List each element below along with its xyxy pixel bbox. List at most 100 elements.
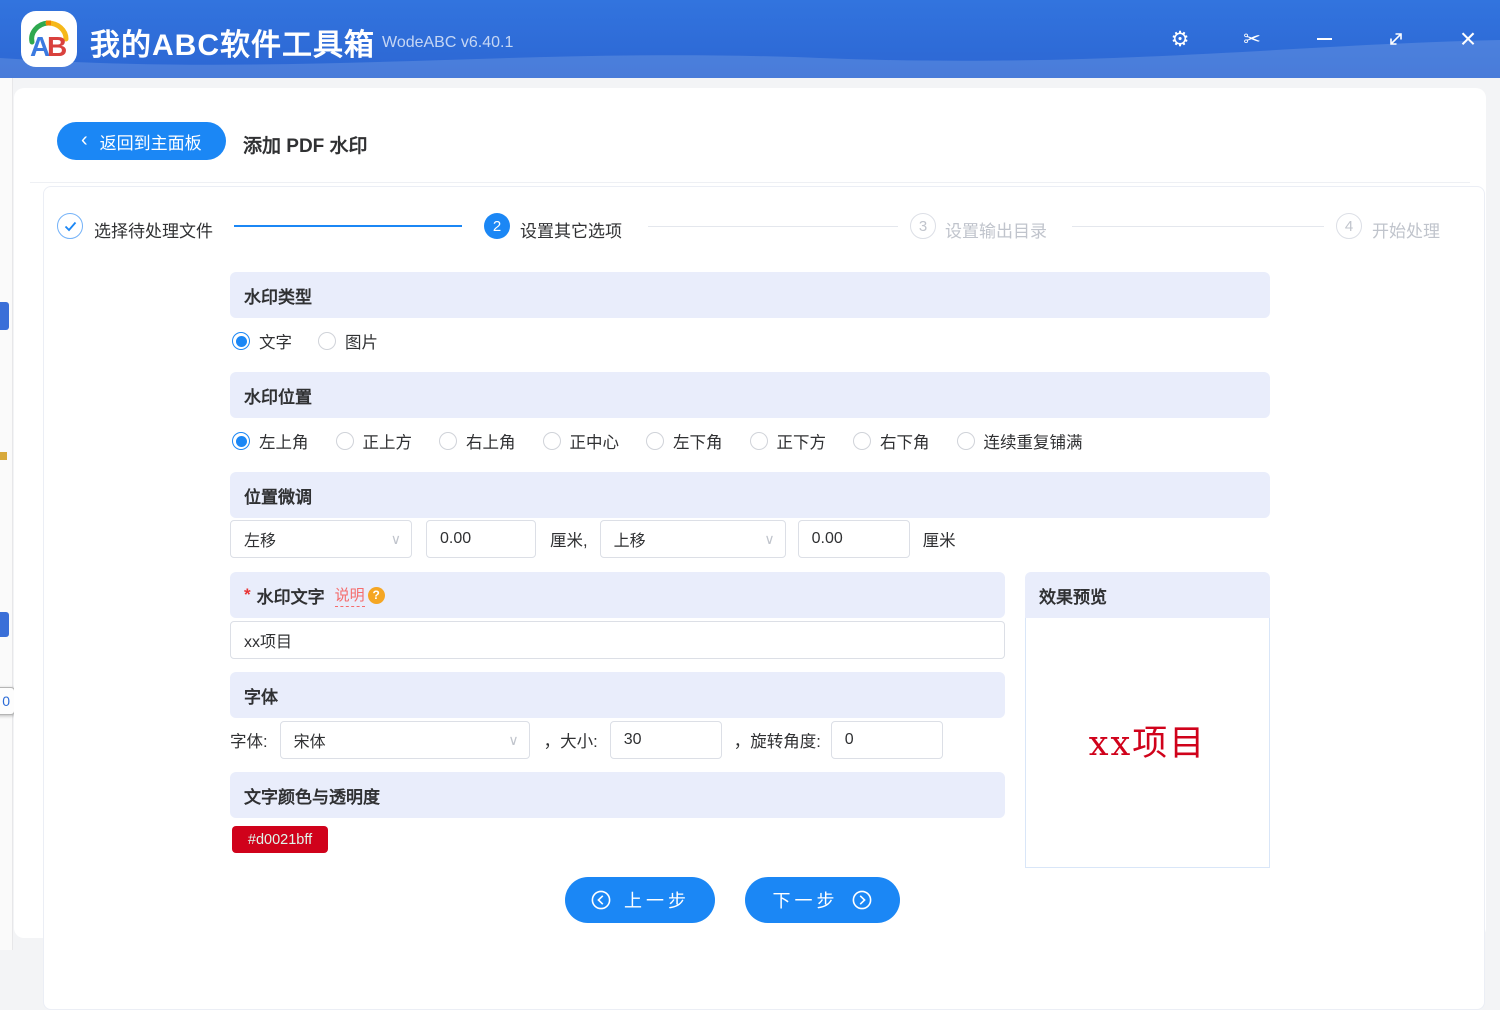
next-step-button[interactable]: 下一步	[745, 877, 900, 923]
font-family-label: 字体:	[230, 733, 268, 751]
background-window-strip	[0, 78, 13, 950]
background-fragment-blue	[0, 612, 9, 637]
radio-label: 图片	[345, 334, 378, 352]
vertical-direction-select[interactable]: 上移 ∨	[599, 520, 786, 558]
font-size-label: ，大小:	[543, 733, 598, 751]
radio-option-text[interactable]: 文字	[232, 329, 292, 353]
section-title: 水印类型	[244, 287, 312, 307]
step-1-circle	[57, 213, 83, 239]
section-watermark-type-header: 水印类型	[230, 272, 1270, 318]
chevron-down-icon: ∨	[390, 530, 401, 547]
radio-icon	[646, 432, 664, 450]
previous-step-button[interactable]: 上一步	[565, 877, 715, 923]
section-title: 文字颜色与透明度	[244, 787, 380, 807]
radio-label: 右上角	[466, 434, 516, 452]
step-connector-3	[1072, 226, 1324, 227]
radio-option-top-right[interactable]: 右上角	[439, 429, 516, 453]
watermark-position-options: 左上角 正上方 右上角 正中心 左下角 正下方 右下角 连续重复铺满	[232, 429, 1083, 453]
required-mark: *	[244, 585, 251, 604]
radio-option-bottom-left[interactable]: 左下角	[646, 429, 723, 453]
section-title: 水印文字	[256, 587, 325, 607]
preview-title: 效果预览	[1039, 587, 1107, 607]
page-title: 添加 PDF 水印	[243, 136, 368, 157]
watermark-text-input[interactable]	[230, 621, 1005, 659]
color-swatch-button[interactable]: #d0021bff	[232, 826, 328, 853]
section-watermark-position-header: 水印位置	[230, 372, 1270, 418]
preview-panel-header: 效果预览	[1025, 572, 1270, 618]
section-title: 字体	[244, 687, 278, 707]
close-icon[interactable]: ×	[1455, 23, 1481, 54]
circle-arrow-left-icon	[591, 890, 611, 910]
question-mark-icon[interactable]: ?	[367, 586, 385, 604]
step-connector-2	[648, 226, 898, 227]
previous-step-label: 上一步	[624, 891, 690, 911]
radio-label: 正上方	[362, 434, 413, 452]
settings-icon[interactable]: ⚙	[1167, 26, 1193, 52]
section-text-color-header: 文字颜色与透明度	[230, 772, 1005, 818]
chevron-down-icon: ∨	[508, 731, 519, 748]
app-title: 我的ABC软件工具箱	[90, 29, 375, 62]
preview-watermark-text: xx项目	[1088, 724, 1207, 764]
circle-arrow-right-icon	[852, 890, 871, 910]
select-value: 上移	[613, 533, 646, 550]
radio-label: 文字	[259, 334, 292, 352]
app-version: WodeABC v6.40.1	[382, 34, 514, 51]
section-position-adjust-header: 位置微调	[230, 472, 1270, 518]
step-3-label: 设置输出目录	[945, 222, 1047, 241]
font-family-select[interactable]: 宋体 ∨	[279, 721, 530, 759]
chevron-left-icon: ‹	[81, 129, 88, 151]
scissors-icon[interactable]: ✂	[1239, 26, 1265, 52]
select-value: 宋体	[293, 734, 326, 751]
radio-label: 连续重复铺满	[983, 434, 1083, 452]
radio-icon	[232, 432, 250, 450]
app-logo: A B	[21, 11, 77, 67]
step-2-label: 设置其它选项	[520, 222, 622, 241]
maximize-icon[interactable]	[1383, 26, 1409, 52]
next-step-label: 下一步	[772, 891, 839, 911]
radio-icon	[439, 432, 457, 450]
select-value: 左移	[244, 533, 277, 550]
minimize-icon[interactable]	[1311, 26, 1337, 52]
horizontal-direction-select[interactable]: 左移 ∨	[230, 520, 412, 558]
step-connector-1	[234, 225, 462, 227]
background-fragment-yellow	[0, 452, 7, 460]
check-icon	[64, 221, 76, 231]
radio-icon	[853, 432, 871, 450]
radio-label: 正下方	[776, 434, 827, 452]
radio-label: 左下角	[673, 434, 723, 452]
radio-option-top-left[interactable]: 左上角	[232, 429, 309, 453]
horizontal-unit-label: 厘米,	[550, 532, 588, 550]
radio-label: 左上角	[259, 434, 309, 452]
section-title: 水印位置	[244, 387, 312, 407]
radio-option-image[interactable]: 图片	[318, 329, 378, 353]
radio-option-tile-repeat[interactable]: 连续重复铺满	[956, 429, 1083, 453]
radio-label: 正中心	[569, 434, 620, 452]
rotate-angle-input[interactable]	[830, 721, 943, 759]
chevron-down-icon: ∨	[764, 530, 775, 547]
back-button-label: 返回到主面板	[99, 133, 202, 153]
background-fragment-blue	[0, 302, 9, 330]
rotate-angle-label: ，旋转角度:	[733, 733, 821, 751]
radio-icon	[232, 332, 250, 350]
radio-option-center[interactable]: 正中心	[542, 429, 620, 453]
step-3-circle: 3	[910, 213, 936, 239]
minimize-bar	[1316, 38, 1332, 40]
watermark-type-options: 文字 图片	[232, 329, 378, 353]
header-divider	[30, 182, 1470, 183]
font-settings-row: 字体: 宋体 ∨ ，大小: ，旋转角度:	[230, 721, 943, 759]
step-1-label: 选择待处理文件	[94, 222, 213, 241]
vertical-offset-input[interactable]	[797, 520, 910, 558]
radio-option-top-center[interactable]: 正上方	[335, 429, 413, 453]
titlebar: A B 我的ABC软件工具箱 WodeABC v6.40.1 ⚙ ✂ ×	[0, 0, 1500, 78]
step-4-label: 开始处理	[1372, 222, 1440, 241]
radio-option-bottom-right[interactable]: 右下角	[853, 429, 930, 453]
horizontal-offset-input[interactable]	[426, 520, 536, 558]
radio-option-bottom-center[interactable]: 正下方	[749, 429, 827, 453]
back-to-dashboard-button[interactable]: ‹ 返回到主面板	[57, 122, 226, 160]
step-2-circle: 2	[484, 213, 510, 239]
radio-icon	[335, 432, 354, 450]
vertical-unit-label: 厘米	[922, 532, 956, 550]
font-size-input[interactable]	[609, 721, 722, 759]
help-link[interactable]: 说明	[334, 584, 365, 607]
svg-text:B: B	[47, 31, 67, 62]
